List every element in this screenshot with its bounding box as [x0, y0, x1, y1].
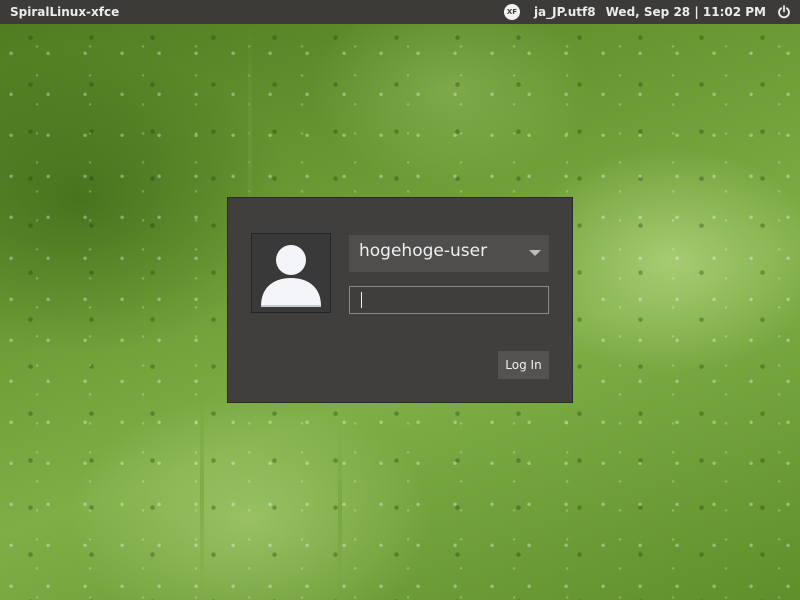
- wallpaper-streak: [200, 380, 204, 600]
- username-select[interactable]: hogehoge-user: [349, 235, 549, 272]
- chevron-down-icon: [529, 250, 541, 256]
- hostname-label: SpiralLinux-xfce: [10, 5, 120, 19]
- power-icon[interactable]: [776, 4, 792, 20]
- username-label: hogehoge-user: [359, 241, 488, 261]
- login-button[interactable]: Log In: [498, 351, 549, 379]
- wallpaper-streak: [338, 420, 342, 600]
- password-input[interactable]: [349, 286, 549, 314]
- language-indicator[interactable]: ja_JP.utf8: [534, 5, 596, 19]
- top-panel: SpiralLinux-xfce XF ja_JP.utf8 Wed, Sep …: [0, 0, 800, 24]
- panel-indicators: XF ja_JP.utf8 Wed, Sep 28 | 11:02 PM: [503, 0, 792, 24]
- user-avatar-icon: [251, 233, 331, 313]
- text-caret: [361, 292, 362, 308]
- clock[interactable]: Wed, Sep 28 | 11:02 PM: [606, 5, 766, 19]
- keyboard-layout-icon[interactable]: XF: [503, 4, 520, 20]
- login-dialog: hogehoge-user Log In: [227, 197, 573, 403]
